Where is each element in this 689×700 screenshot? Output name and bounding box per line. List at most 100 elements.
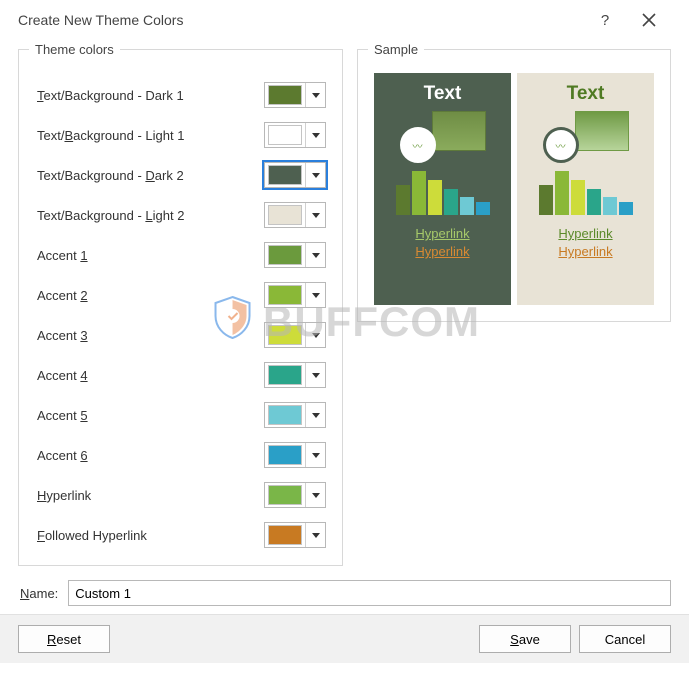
theme-color-row: Accent 4 <box>29 355 332 395</box>
sample-circle-icon: 〰 <box>543 127 579 163</box>
color-dropdown-button[interactable] <box>305 323 325 347</box>
theme-color-label: Followed Hyperlink <box>29 528 264 543</box>
theme-colors-legend: Theme colors <box>29 42 120 57</box>
color-dropdown-button[interactable] <box>305 443 325 467</box>
sample-legend: Sample <box>368 42 424 57</box>
sample-chart-icon <box>539 167 633 215</box>
color-swatch <box>268 445 302 465</box>
color-swatch <box>268 165 302 185</box>
theme-color-label: Text/Background - Light 2 <box>29 208 264 223</box>
color-picker[interactable] <box>264 442 326 468</box>
color-picker[interactable] <box>264 162 326 188</box>
color-picker[interactable] <box>264 82 326 108</box>
theme-color-row: Accent 3 <box>29 315 332 355</box>
theme-color-label: Text/Background - Dark 1 <box>29 88 264 103</box>
name-input[interactable] <box>68 580 671 606</box>
close-button[interactable] <box>627 0 671 40</box>
color-swatch <box>268 325 302 345</box>
reset-button[interactable]: Reset <box>18 625 110 653</box>
color-picker[interactable] <box>264 322 326 348</box>
chevron-down-icon <box>312 173 320 178</box>
color-picker[interactable] <box>264 242 326 268</box>
color-picker[interactable] <box>264 522 326 548</box>
save-button[interactable]: Save <box>479 625 571 653</box>
color-swatch <box>268 85 302 105</box>
theme-color-row: Accent 6 <box>29 435 332 475</box>
titlebar: Create New Theme Colors ? <box>0 0 689 40</box>
color-dropdown-button[interactable] <box>305 203 325 227</box>
theme-color-row: Text/Background - Light 2 <box>29 195 332 235</box>
chevron-down-icon <box>312 253 320 258</box>
theme-colors-group: Theme colors Text/Background - Dark 1 Tex… <box>18 42 343 566</box>
color-swatch <box>268 285 302 305</box>
color-picker[interactable] <box>264 362 326 388</box>
help-button[interactable]: ? <box>583 0 627 40</box>
color-swatch <box>268 405 302 425</box>
chevron-down-icon <box>312 293 320 298</box>
sample-panel-light: Text 〰 Hyperlink Hyperlink <box>517 73 654 305</box>
name-label: Name: <box>18 586 58 601</box>
theme-color-row: Accent 5 <box>29 395 332 435</box>
chevron-down-icon <box>312 533 320 538</box>
color-swatch <box>268 125 302 145</box>
color-dropdown-button[interactable] <box>305 483 325 507</box>
theme-color-label: Accent 6 <box>29 448 264 463</box>
theme-color-label: Text/Background - Light 1 <box>29 128 264 143</box>
theme-color-row: Hyperlink <box>29 475 332 515</box>
theme-color-row: Accent 2 <box>29 275 332 315</box>
theme-color-label: Hyperlink <box>29 488 264 503</box>
theme-color-label: Accent 5 <box>29 408 264 423</box>
sample-rect-icon <box>432 111 486 151</box>
theme-color-label: Text/Background - Dark 2 <box>29 168 264 183</box>
theme-color-label: Accent 4 <box>29 368 264 383</box>
dialog-body: Theme colors Text/Background - Dark 1 Tex… <box>0 40 689 614</box>
chevron-down-icon <box>312 493 320 498</box>
close-icon <box>642 13 656 27</box>
cancel-button[interactable]: Cancel <box>579 625 671 653</box>
theme-color-label: Accent 3 <box>29 328 264 343</box>
theme-color-row: Text/Background - Dark 2 <box>29 155 332 195</box>
sample-text-dark: Text <box>424 83 462 105</box>
color-dropdown-button[interactable] <box>305 243 325 267</box>
color-dropdown-button[interactable] <box>305 523 325 547</box>
sample-rect-icon <box>575 111 629 151</box>
sample-hyperlink-light: Hyperlink <box>558 226 612 241</box>
color-dropdown-button[interactable] <box>305 83 325 107</box>
color-picker[interactable] <box>264 122 326 148</box>
color-swatch <box>268 245 302 265</box>
chevron-down-icon <box>312 453 320 458</box>
chevron-down-icon <box>312 333 320 338</box>
dialog-title: Create New Theme Colors <box>18 12 583 28</box>
sample-group: Sample Text 〰 Hyperlink Hyperlink <box>357 42 671 322</box>
theme-color-label: Accent 1 <box>29 248 264 263</box>
color-dropdown-button[interactable] <box>305 363 325 387</box>
chevron-down-icon <box>312 213 320 218</box>
color-swatch <box>268 205 302 225</box>
color-swatch <box>268 485 302 505</box>
sample-followed-light: Hyperlink <box>558 244 612 259</box>
chevron-down-icon <box>312 373 320 378</box>
color-dropdown-button[interactable] <box>305 123 325 147</box>
chevron-down-icon <box>312 413 320 418</box>
color-picker[interactable] <box>264 202 326 228</box>
color-swatch <box>268 365 302 385</box>
color-dropdown-button[interactable] <box>305 163 325 187</box>
color-picker[interactable] <box>264 482 326 508</box>
sample-text-light: Text <box>567 83 605 105</box>
color-picker[interactable] <box>264 402 326 428</box>
name-row: Name: <box>18 580 671 606</box>
theme-color-row: Text/Background - Light 1 <box>29 115 332 155</box>
color-dropdown-button[interactable] <box>305 283 325 307</box>
sample-circle-icon: 〰 <box>400 127 436 163</box>
theme-color-row: Accent 1 <box>29 235 332 275</box>
color-dropdown-button[interactable] <box>305 403 325 427</box>
color-swatch <box>268 525 302 545</box>
color-picker[interactable] <box>264 282 326 308</box>
button-bar: Reset Save Cancel <box>0 614 689 663</box>
theme-color-row: Text/Background - Dark 1 <box>29 75 332 115</box>
chevron-down-icon <box>312 133 320 138</box>
sample-chart-icon <box>396 167 490 215</box>
chevron-down-icon <box>312 93 320 98</box>
sample-hyperlink-dark: Hyperlink <box>415 226 469 241</box>
theme-color-label: Accent 2 <box>29 288 264 303</box>
